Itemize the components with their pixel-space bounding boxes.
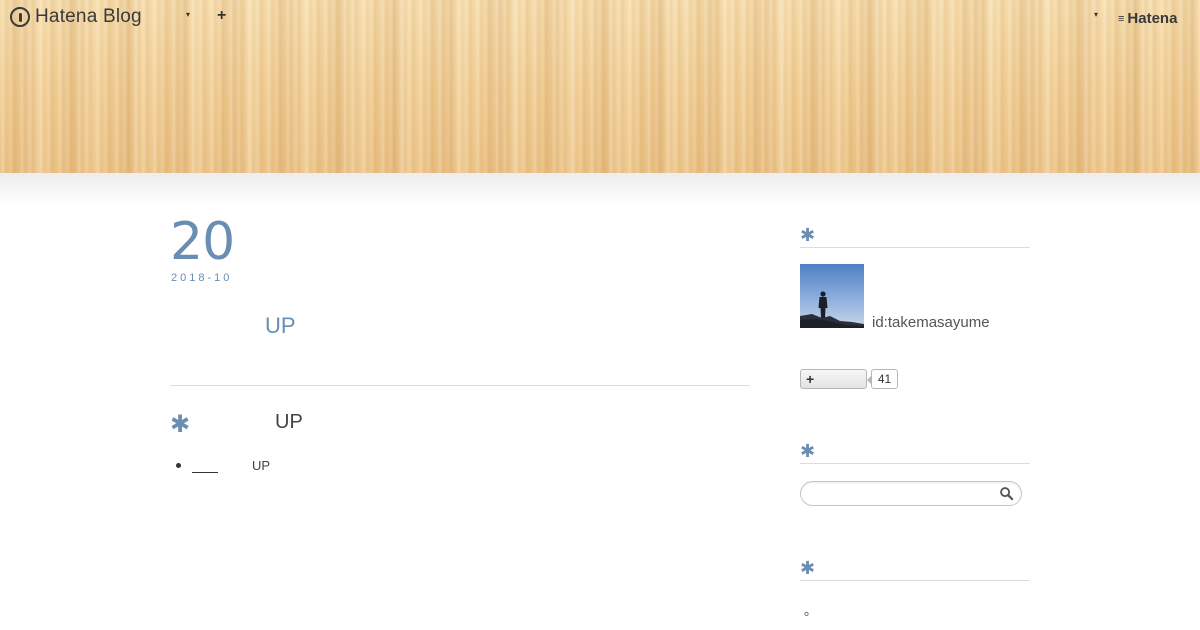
asterisk-icon: ✱ [800, 225, 816, 245]
asterisk-icon: ✱ [800, 441, 816, 461]
hatena-logo-text: Hatena [1127, 10, 1178, 27]
header-shadow [0, 173, 1200, 207]
avatar[interactable] [800, 264, 864, 328]
hatena-mark-icon: ≡ [1118, 12, 1125, 25]
sidebar-profile-heading: ✱ [800, 224, 1030, 248]
search-input[interactable] [811, 482, 1001, 505]
search-box [800, 481, 1022, 506]
plus-icon[interactable]: + [217, 7, 226, 25]
section-heading: UP [275, 411, 303, 433]
logo-text: Hatena Blog [35, 6, 142, 27]
sidebar-about-heading: ✱ [800, 557, 1030, 581]
sidebar-about-text: 。 [804, 603, 818, 618]
plus-icon: + [806, 371, 815, 387]
hatena-logo[interactable]: ≡ Hatena [1118, 10, 1177, 27]
blog-header-banner [0, 0, 1200, 173]
asterisk-icon: ✱ [170, 411, 191, 438]
chevron-down-icon[interactable]: ▾ [1094, 10, 1098, 19]
avatar-image [800, 264, 864, 328]
entry-date-day[interactable]: 20 [170, 212, 235, 272]
entry-title[interactable]: UP [265, 313, 296, 339]
search-icon[interactable] [999, 486, 1014, 501]
subscriber-count[interactable]: 41 [867, 369, 898, 389]
chevron-down-icon[interactable]: ▾ [186, 10, 190, 19]
entry-divider [170, 385, 750, 386]
subscribe-button[interactable]: + [800, 369, 867, 389]
sidebar-search-heading: ✱ [800, 440, 1030, 464]
list-item-text: UP [252, 458, 271, 473]
list-item-link[interactable] [192, 459, 218, 473]
entry-date-year-month[interactable]: 2018-10 [171, 272, 232, 284]
asterisk-icon: ✱ [800, 558, 816, 578]
list-item: UP [176, 458, 270, 473]
bullet-icon [176, 463, 181, 468]
hatena-blog-logo[interactable]: Hatena Blog [10, 6, 142, 28]
user-id[interactable]: id:takemasayume [872, 314, 990, 331]
hatena-blog-logo-icon [10, 7, 30, 27]
